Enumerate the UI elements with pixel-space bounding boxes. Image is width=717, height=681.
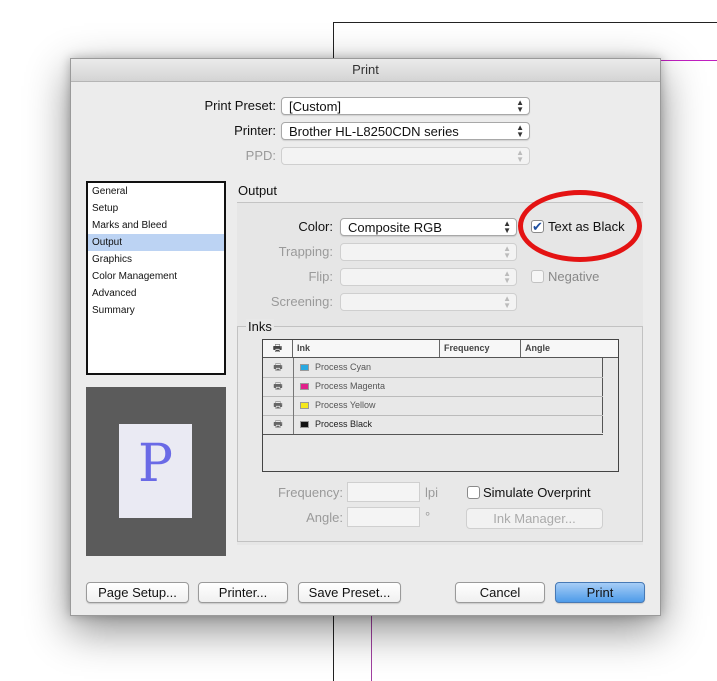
print-preset-value: [Custom] [289,99,342,114]
updown-arrows-icon: ▲ ▼ [516,123,524,139]
inks-table: 🖶 Ink Frequency Angle 🖶 Process Cyan 🖶 P… [262,339,619,472]
page-setup-button[interactable]: Page Setup... [86,582,189,603]
swatch-icon [300,364,309,371]
updown-arrows-icon: ▲ ▼ [503,244,511,260]
updown-arrows-icon: ▲ ▼ [516,148,524,164]
color-popup[interactable]: Composite RGB ▲ ▼ [340,218,517,236]
dialog-title: Print [71,59,660,82]
save-preset-button[interactable]: Save Preset... [298,582,401,603]
swatch-icon [300,402,309,409]
category-item-summary[interactable]: Summary [88,302,224,319]
category-list: General Setup Marks and Bleed Output Gra… [86,181,226,375]
printer-popup[interactable]: Brother HL-L8250CDN series ▲ ▼ [281,122,530,140]
category-item-general[interactable]: General [88,183,224,200]
print-preset-popup[interactable]: [Custom] ▲ ▼ [281,97,530,115]
negative-label: Negative [548,269,600,284]
column-header-angle[interactable]: Angle [521,340,619,357]
column-header-ink[interactable]: Ink [293,340,440,357]
highlight-annotation [518,190,642,262]
column-header-frequency[interactable]: Frequency [440,340,521,357]
printer-icon[interactable]: 🖶 [263,396,294,415]
print-dialog: Print Print Preset: [Custom] ▲ ▼ Printer:… [70,58,661,616]
preview-letter: P [138,434,173,494]
updown-arrows-icon: ▲ ▼ [516,98,524,114]
swatch-icon [300,421,309,428]
category-item-setup[interactable]: Setup [88,200,224,217]
frequency-label: Frequency: [277,485,343,500]
ppd-popup[interactable]: ▲ ▼ [281,147,530,165]
color-value: Composite RGB [348,220,442,235]
ink-name: Process Yellow [315,400,376,410]
print-button[interactable]: Print [555,582,645,603]
flip-label: Flip: [308,269,333,284]
printer-icon[interactable]: 🖶 [263,358,294,377]
ink-name: Process Magenta [315,381,386,391]
printer-icon[interactable]: 🖶 [263,377,294,396]
document-guide-line [658,60,717,61]
simulate-overprint-checkbox[interactable] [467,486,480,499]
category-item-graphics[interactable]: Graphics [88,251,224,268]
trapping-label: Trapping: [278,244,333,259]
screening-popup[interactable]: ▲ ▼ [340,293,517,311]
printer-icon[interactable]: 🖶 [263,340,293,357]
printer-value: Brother HL-L8250CDN series [289,124,459,139]
category-item-output[interactable]: Output [88,234,224,251]
category-item-marks-and-bleed[interactable]: Marks and Bleed [88,217,224,234]
document-guide-line [371,612,372,681]
document-page-edge [333,22,717,23]
inks-legend: Inks [246,319,274,334]
printer-label: Printer: [234,123,276,138]
frequency-field[interactable] [347,482,420,502]
frequency-unit: lpi [425,485,439,500]
cancel-button[interactable]: Cancel [455,582,545,603]
output-section-title: Output [238,183,278,198]
category-item-color-management[interactable]: Color Management [88,268,224,285]
updown-arrows-icon: ▲ ▼ [503,219,511,235]
angle-unit: ° [425,509,431,524]
simulate-overprint-label: Simulate Overprint [483,485,591,500]
preview-page: P [119,424,192,518]
negative-checkbox[interactable] [531,270,544,283]
table-row[interactable]: 🖶 Process Black [263,415,603,435]
print-preset-label: Print Preset: [204,98,276,113]
page-preview: P [86,387,226,556]
ink-manager-button[interactable]: Ink Manager... [466,508,603,529]
printer-button[interactable]: Printer... [198,582,288,603]
printer-icon[interactable]: 🖶 [263,415,294,434]
color-label: Color: [298,219,333,234]
document-page-edge [333,612,334,681]
inks-table-header: 🖶 Ink Frequency Angle [263,340,618,358]
table-row[interactable]: 🖶 Process Cyan [263,358,603,378]
table-row[interactable]: 🖶 Process Yellow [263,396,603,416]
document-page-edge [333,22,334,60]
updown-arrows-icon: ▲ ▼ [503,269,511,285]
angle-label: Angle: [306,510,343,525]
category-item-advanced[interactable]: Advanced [88,285,224,302]
ink-name: Process Black [315,419,373,429]
ppd-label: PPD: [245,148,276,163]
ink-name: Process Cyan [315,362,372,372]
trapping-popup[interactable]: ▲ ▼ [340,243,517,261]
angle-field[interactable] [347,507,420,527]
screening-label: Screening: [270,294,333,309]
updown-arrows-icon: ▲ ▼ [503,294,511,310]
table-row[interactable]: 🖶 Process Magenta [263,377,603,397]
swatch-icon [300,383,309,390]
flip-popup[interactable]: ▲ ▼ [340,268,517,286]
